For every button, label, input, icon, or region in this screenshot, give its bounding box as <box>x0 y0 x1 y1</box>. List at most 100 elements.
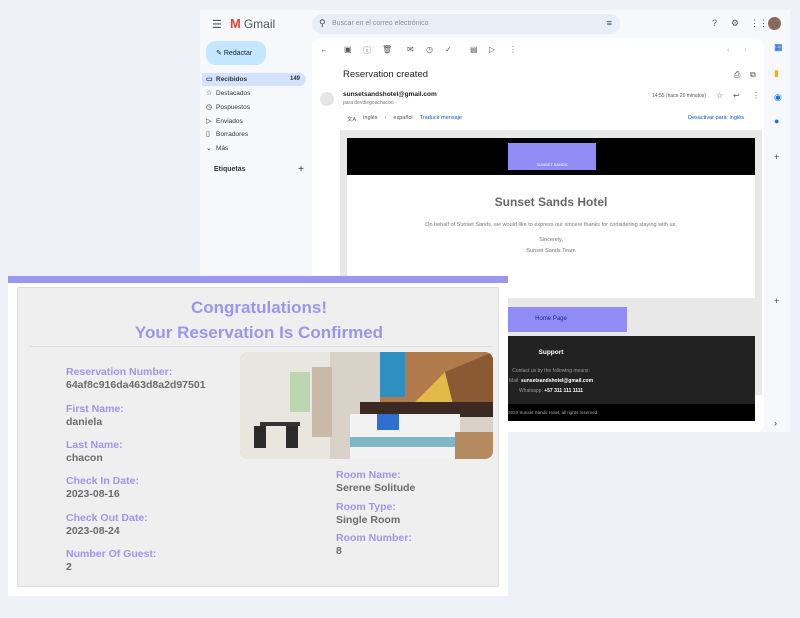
mail-icon[interactable]: ✉ <box>407 45 414 54</box>
field-label: Room Number: <box>336 532 412 544</box>
field-check-out: Check Out Date: 2023-08-24 <box>66 512 148 537</box>
tasks-icon[interactable]: ◉ <box>774 92 782 103</box>
pencil-icon: ✎ <box>216 50 224 57</box>
label-icon[interactable]: ▷ <box>489 45 495 54</box>
email-header: SUNSET SANDS <box>347 138 755 175</box>
back-icon[interactable]: ← <box>320 45 328 54</box>
avatar[interactable] <box>768 17 781 30</box>
star-icon: ☆ <box>206 90 213 97</box>
task-icon[interactable]: ✓ <box>445 45 452 54</box>
apps-icon[interactable]: ⋮⋮ <box>750 18 768 29</box>
help-icon[interactable]: ? <box>712 18 717 28</box>
field-value: Single Room <box>336 514 401 526</box>
gmail-logo[interactable]: M Gmail <box>230 16 275 31</box>
nav-label: Destacados <box>216 90 251 97</box>
field-value: chacon <box>66 452 103 464</box>
menu-icon[interactable]: ☰ <box>212 18 222 31</box>
sidebar-item-snoozed[interactable]: ◷ Pospuestos <box>202 101 306 114</box>
translate-bar: 文A inglés › español Traducir mensaje <box>347 115 462 123</box>
translate-link[interactable]: Traducir mensaje <box>420 115 462 123</box>
divider <box>30 346 492 347</box>
field-room-type: Room Type: Single Room <box>336 501 400 526</box>
search-icon[interactable]: ⚲ <box>319 18 326 29</box>
send-icon: ▷ <box>206 118 212 125</box>
collapse-icon[interactable]: › <box>774 418 777 428</box>
sidebar-item-starred[interactable]: ☆ Destacados <box>202 87 306 100</box>
field-label: Room Name: <box>336 469 401 481</box>
filter-icon[interactable]: ≡ <box>607 18 612 28</box>
mail-label: Mail: <box>508 378 520 384</box>
gmail-topbar: ☰ M Gmail ⚲ Buscar en el correo electrónic… <box>200 10 790 38</box>
field-value: daniela <box>66 416 103 428</box>
accent-strip <box>8 276 508 283</box>
field-label: Room Type: <box>336 501 396 513</box>
more-vert-icon[interactable]: ⋮ <box>752 91 760 100</box>
field-label: Last Name: <box>66 439 123 451</box>
report-icon[interactable]: ⓘ <box>363 45 371 56</box>
contacts-icon[interactable]: ● <box>774 116 779 126</box>
field-guests: Number Of Guest: 2 <box>66 548 156 573</box>
field-value: 8 <box>336 545 342 557</box>
field-label: Check In Date: <box>66 475 139 487</box>
hotel-room-image <box>240 352 493 459</box>
translate-from[interactable]: inglés <box>363 115 377 123</box>
gmail-m-icon: M <box>230 16 241 31</box>
move-icon[interactable]: ▤ <box>470 45 478 54</box>
translate-to[interactable]: español <box>393 115 412 123</box>
email-title: Sunset Sands Hotel <box>494 195 608 209</box>
translate-icon: 文A <box>347 117 357 123</box>
email-time: 14:55 (hace 20 minutos) <box>652 93 706 99</box>
more-icon[interactable]: ⋮ <box>509 45 517 54</box>
chevron-down-icon: ⌄ <box>206 145 212 152</box>
compose-label: Redactar <box>223 50 253 57</box>
reply-icon[interactable]: ↩ <box>733 91 740 100</box>
gear-icon[interactable]: ⚙ <box>731 18 739 29</box>
archive-icon[interactable]: ▣ <box>344 45 352 54</box>
disable-translate-link[interactable]: Desactivar para: inglés <box>688 115 744 121</box>
next-icon[interactable]: › <box>744 45 747 54</box>
sidebar-item-sent[interactable]: ▷ Enviados <box>202 115 306 128</box>
draft-icon: ▯ <box>206 131 210 138</box>
sidebar-item-inbox[interactable]: ▭ Recibidos 149 <box>202 73 306 86</box>
search-input[interactable]: ⚲ Buscar en el correo electrónico ≡ <box>312 14 620 34</box>
field-value: Serene Solitude <box>336 482 416 494</box>
field-room-number: Room Number: 8 <box>336 532 412 557</box>
hotel-logo: SUNSET SANDS <box>508 143 596 170</box>
sidebar-item-drafts[interactable]: ▯ Borradores <box>202 128 306 141</box>
app-name: Gmail <box>243 16 276 31</box>
field-value: 2 <box>66 561 72 573</box>
nav-label: Enviados <box>216 118 243 125</box>
field-value: 64af8c916da463d8a2d97501 <box>66 379 206 391</box>
field-label: First Name: <box>66 403 124 415</box>
field-value: 2023-08-16 <box>66 488 120 500</box>
snooze-icon[interactable]: ◷ <box>426 45 433 54</box>
field-label: Number Of Guest: <box>66 548 157 560</box>
compose-button[interactable]: ✎ Redactar <box>206 41 266 65</box>
labels-heading: Etiquetas + <box>214 164 304 175</box>
inbox-count: 149 <box>289 76 300 82</box>
trash-icon[interactable]: 🗑 <box>382 45 392 54</box>
sender-avatar <box>320 92 334 106</box>
keep-icon[interactable]: ▮ <box>774 68 779 79</box>
recipient[interactable]: para devdiegoachacoo <box>343 100 394 106</box>
open-new-window-icon[interactable]: ⧉ <box>750 70 756 80</box>
plus-icon[interactable]: + <box>298 164 304 175</box>
email-text: On behalf of Sunset Sands, we would like… <box>425 222 677 228</box>
mail-value[interactable]: sunsetsandshotel@gmail.com <box>521 378 593 384</box>
star-icon[interactable]: ☆ <box>716 91 723 100</box>
sender-email[interactable]: sunsetsandshotel@gmail.com <box>343 91 437 98</box>
email-sincerely: Sincerely, <box>539 237 563 243</box>
add-icon[interactable]: + <box>774 152 779 162</box>
add-icon-2[interactable]: + <box>774 296 779 306</box>
field-value: 2023-08-24 <box>66 525 120 537</box>
room-photo <box>240 352 493 459</box>
prev-icon[interactable]: ‹ <box>727 45 730 54</box>
field-first-name: First Name: daniela <box>66 403 124 428</box>
field-last-name: Last Name: chacon <box>66 439 123 464</box>
calendar-icon[interactable]: ▦ <box>774 42 783 53</box>
whatsapp-label: Whatsapp: <box>518 388 543 394</box>
field-label: Check Out Date: <box>66 512 148 524</box>
sidebar-item-more[interactable]: ⌄ Más <box>202 142 306 155</box>
nav-label: Borradores <box>216 131 249 138</box>
print-icon[interactable]: ⎙ <box>734 70 740 80</box>
